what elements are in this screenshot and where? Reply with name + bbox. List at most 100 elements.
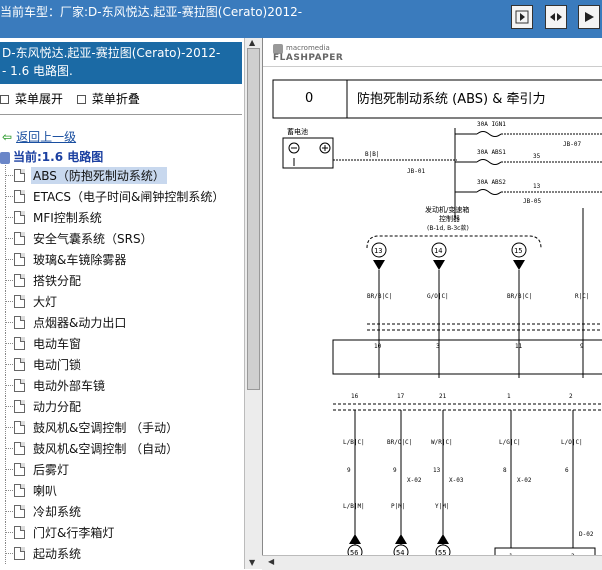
next-page-icon: [515, 10, 529, 24]
tree-item[interactable]: 门灯&行李箱灯: [0, 522, 244, 543]
expand-menu-label: 菜单展开: [15, 92, 64, 106]
svg-text:2: 2: [569, 393, 573, 400]
svg-text:8: 8: [503, 467, 507, 474]
logo-big: FLASHPAPER: [273, 53, 344, 63]
sidebar-scrollbar[interactable]: ▲ ▼: [244, 38, 262, 569]
page-icon: [14, 547, 25, 560]
document-header: D-东风悦达.起亚-赛拉图(Cerato)-2012- - 1.6 电路图.: [0, 42, 242, 84]
viewer-horizontal-scrollbar[interactable]: ◀: [262, 555, 602, 570]
expand-menu-button[interactable]: 菜单展开: [0, 90, 63, 107]
tree-item[interactable]: 点烟器&动力出口: [0, 312, 244, 333]
current-folder: 当前:1.6 电路图: [0, 148, 103, 165]
sidebar: D-东风悦达.起亚-赛拉图(Cerato)-2012- - 1.6 电路图. 菜…: [0, 38, 244, 569]
tree-item[interactable]: 喇叭: [0, 480, 244, 501]
page-icon: [14, 526, 25, 539]
tree-item[interactable]: 起动系统: [0, 543, 244, 564]
svg-text:11: 11: [515, 343, 523, 350]
tree-item-label: 点烟器&动力出口: [33, 316, 127, 330]
tree-item-label: 电动车窗: [33, 337, 82, 351]
tree-item-label: 喇叭: [33, 484, 58, 498]
tree-item-label: 安全气囊系统（SRS）: [33, 232, 153, 246]
tree-item[interactable]: 大灯: [0, 291, 244, 312]
tree-line: [5, 448, 13, 449]
svg-text:10: 10: [374, 343, 382, 350]
svg-text:14: 14: [434, 247, 442, 255]
svg-text:BR/O|C|: BR/O|C|: [387, 439, 412, 446]
tree-line: [5, 469, 13, 470]
svg-text:6: 6: [565, 467, 569, 474]
tree-item[interactable]: ABS（防抱死制动系统）: [0, 165, 244, 186]
jb05-label: JB-05: [523, 198, 541, 205]
collapse-menu-button[interactable]: 菜单折叠: [76, 90, 140, 107]
tree-line: [5, 238, 13, 239]
tree-line: [5, 259, 13, 260]
tree-item[interactable]: 电动车窗: [0, 333, 244, 354]
svg-text:X-02: X-02: [407, 477, 422, 484]
title-bar: 当前车型：厂家:D-东风悦达.起亚-赛拉图(Cerato)2012-: [0, 0, 602, 39]
back-link-label: 返回上一级: [16, 130, 77, 144]
page-icon: [14, 295, 25, 308]
page-icon: [14, 274, 25, 287]
page-icon: [14, 211, 25, 224]
conn-13-label: 13: [533, 183, 541, 190]
tree-line: [5, 322, 13, 323]
document-title-line2: - 1.6 电路图.: [2, 64, 73, 78]
fullscreen-button[interactable]: [578, 5, 600, 29]
logo-small: macromedia: [286, 44, 330, 52]
tree-line: [5, 343, 13, 344]
svg-text:BR/B|C|: BR/B|C|: [367, 293, 392, 300]
ecu-label-1: 发动机/变速箱: [425, 205, 469, 214]
scrollbar-thumb[interactable]: [247, 48, 260, 390]
tree-item-label: 起动系统: [33, 547, 82, 561]
tree-item[interactable]: 搭铁分配: [0, 270, 244, 291]
page-icon: [14, 169, 25, 182]
tree-item[interactable]: 电动外部车镜: [0, 375, 244, 396]
tree-item-label: 电动门锁: [33, 358, 82, 372]
page-icon: [14, 442, 25, 455]
fit-width-button[interactable]: [545, 5, 567, 29]
tree-item[interactable]: ETACS（电子时间&闸钟控制系统）: [0, 186, 244, 207]
collapse-box-icon: [76, 95, 86, 104]
tree-item[interactable]: 冷却系统: [0, 501, 244, 522]
document-viewer[interactable]: macromedia FLASHPAPER 0 防抱死制动系统 (ABS) & …: [262, 38, 602, 569]
tree-line: [5, 406, 13, 407]
tree-item[interactable]: MFI控制系统: [0, 207, 244, 228]
conn-35-label: 35: [533, 153, 541, 160]
svg-text:D-02: D-02: [579, 531, 594, 538]
svg-text:16: 16: [351, 393, 359, 400]
tree-list: ABS（防抱死制动系统） ETACS（电子时间&闸钟控制系统） MFI控制系统安全气…: [0, 165, 244, 564]
svg-text:L/G|C|: L/G|C|: [499, 439, 521, 446]
page-icon: [14, 253, 25, 266]
page-icon: [14, 505, 25, 518]
svg-text:13: 13: [433, 467, 441, 474]
page-icon: [14, 400, 25, 413]
tree-item[interactable]: 动力分配: [0, 396, 244, 417]
tree-item[interactable]: 鼓风机&空调控制 （手动）: [0, 417, 244, 438]
svg-text:15: 15: [514, 247, 522, 255]
page-title: 防抱死制动系统 (ABS) & 牵引力: [357, 91, 546, 107]
ecu-pin-15: 15: [511, 242, 527, 270]
page-icon: [14, 484, 25, 497]
tree-line: [5, 490, 13, 491]
diagram-page: 0 防抱死制动系统 (ABS) & 牵引力 蓄电池 B|B| JB-01 30A…: [267, 78, 602, 569]
wiring-diagram: 0 防抱死制动系统 (ABS) & 牵引力 蓄电池 B|B| JB-01 30A…: [272, 79, 602, 563]
tree-item[interactable]: 鼓风机&空调控制 （自动）: [0, 438, 244, 459]
ecu-pin-14: 14: [431, 242, 447, 270]
tree-line: [5, 553, 13, 554]
scroll-up-icon[interactable]: ▲: [249, 38, 255, 47]
svg-text:BR/B|C|: BR/B|C|: [507, 293, 532, 300]
tree-item[interactable]: 玻璃&车镜除雾器: [0, 249, 244, 270]
fit-icon: [550, 13, 562, 21]
forward-button[interactable]: [511, 5, 533, 29]
fuse3-label: 30A ABS2: [477, 179, 506, 186]
scroll-left-icon[interactable]: ◀: [268, 557, 274, 566]
tree-item-label: ABS（防抱死制动系统）: [31, 167, 167, 184]
svg-text:17: 17: [397, 393, 405, 400]
tree-item[interactable]: 后雾灯: [0, 459, 244, 480]
current-folder-label: 当前:1.6 电路图: [13, 150, 104, 164]
back-link[interactable]: ⇦ 返回上一级: [2, 128, 76, 145]
tree-item[interactable]: 安全气囊系统（SRS）: [0, 228, 244, 249]
scroll-down-icon[interactable]: ▼: [249, 558, 255, 567]
tree-item[interactable]: 电动门锁: [0, 354, 244, 375]
back-arrow-icon: ⇦: [2, 130, 13, 144]
